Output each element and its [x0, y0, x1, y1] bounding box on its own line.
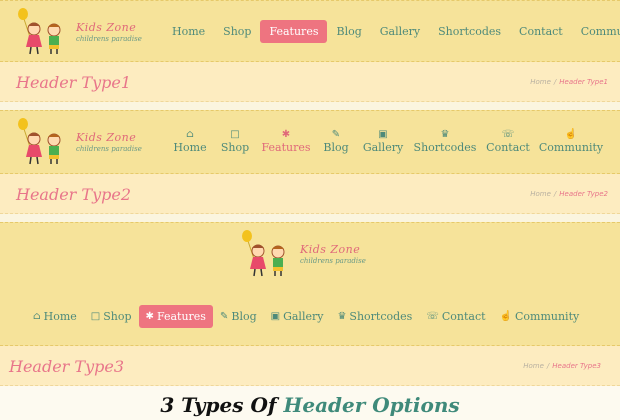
breadcrumb: Home / Header Type1	[530, 78, 608, 86]
nav-shortcodes[interactable]: ♛ Shortcodes	[330, 305, 419, 328]
cart-icon: □	[90, 311, 101, 322]
kids-logo-icon	[18, 118, 61, 165]
nav-shortcodes[interactable]: ♛ Shortcodes	[409, 129, 481, 154]
nav-shop[interactable]: □ Shop	[213, 129, 257, 154]
image-icon: ▣	[270, 311, 281, 322]
pencil-icon: ✎	[331, 129, 341, 140]
cart-icon: □	[230, 129, 240, 140]
nav-features[interactable]: Features	[260, 20, 328, 43]
nav-community[interactable]: Community	[572, 20, 620, 43]
breadcrumb-current: Header Type3	[552, 362, 601, 370]
breadcrumb-home-link[interactable]: Home	[530, 190, 551, 198]
logo-name: Kids Zone	[300, 242, 361, 256]
main-nav: ⌂ Home □ Shop ✱ Features ✎ Blog ▣ Gallery ♛ Sh…	[167, 129, 607, 154]
nav-contact[interactable]: ☏ Contact	[481, 129, 535, 154]
breadcrumb-current: Header Type2	[559, 190, 608, 198]
logo-name: Kids Zone	[76, 130, 137, 144]
divider	[0, 102, 620, 110]
nav-contact[interactable]: Contact	[510, 20, 572, 43]
thumbs-up-icon: ☝	[499, 311, 512, 322]
nav-gallery[interactable]: ▣ Gallery	[264, 305, 331, 328]
page-title: Header Type3	[9, 357, 125, 376]
nav-blog[interactable]: ✎ Blog	[213, 305, 264, 328]
promo-caption: 3 Types Of Header Options	[0, 393, 620, 417]
caption-highlight: Header Options	[283, 393, 460, 417]
header-type2-navbar: Kids Zone childrens paradise ⌂ Home □ Shop…	[0, 110, 620, 174]
header-type2-title-bar: Header Type2 Home / Header Type2	[0, 174, 620, 214]
nav-shop[interactable]: Shop	[214, 20, 260, 43]
gift-icon: ✱	[281, 129, 291, 140]
nav-home[interactable]: ⌂ Home	[26, 305, 84, 328]
pencil-icon: ✎	[219, 311, 229, 322]
nav-community[interactable]: ☝ Community	[535, 129, 607, 154]
nav-contact[interactable]: ☏ Contact	[419, 305, 492, 328]
nav-blog[interactable]: ✎ Blog	[315, 129, 357, 154]
site-logo[interactable]: Kids Zone childrens paradise	[240, 229, 366, 279]
site-logo[interactable]: Kids Zone childrens paradise	[16, 117, 142, 167]
thumbs-up-icon: ☝	[564, 129, 578, 140]
nav-gallery[interactable]: ▣ Gallery	[357, 129, 409, 154]
page-title: Header Type2	[16, 185, 132, 204]
nav-gallery[interactable]: Gallery	[371, 20, 429, 43]
nav-blog[interactable]: Blog	[327, 20, 370, 43]
header-type1-navbar: Kids Zone childrens paradise Home Shop F…	[0, 0, 620, 62]
logo-tagline: childrens paradise	[76, 34, 142, 43]
main-nav: ⌂ Home □ Shop ✱ Features ✎ Blog ▣ Gallery ♛ Sh…	[26, 305, 586, 328]
breadcrumb: Home / Header Type3	[523, 362, 601, 370]
nav-features[interactable]: ✱ Features	[257, 129, 315, 154]
header-type3-navbar: Kids Zone childrens paradise ⌂ Home □ Shop…	[0, 222, 620, 346]
breadcrumb: Home / Header Type2	[530, 190, 608, 198]
trophy-icon: ♛	[337, 311, 347, 322]
image-icon: ▣	[378, 129, 388, 140]
nav-community[interactable]: ☝ Community	[493, 305, 587, 328]
trophy-icon: ♛	[440, 129, 450, 140]
nav-shortcodes[interactable]: Shortcodes	[429, 20, 510, 43]
main-nav: Home Shop Features Blog Gallery Shortcod…	[163, 20, 620, 43]
logo-tagline: childrens paradise	[300, 256, 366, 265]
site-logo[interactable]: Kids Zone childrens paradise	[16, 7, 142, 57]
nav-home[interactable]: Home	[163, 20, 214, 43]
caption-text: 3 Types Of	[160, 393, 284, 417]
page-title: Header Type1	[16, 73, 132, 92]
nav-home[interactable]: ⌂ Home	[167, 129, 213, 154]
nav-features[interactable]: ✱ Features	[138, 305, 213, 328]
header-type3-title-bar: Header Type3 Home / Header Type3	[0, 346, 620, 386]
logo-tagline: childrens paradise	[76, 144, 142, 153]
phone-icon: ☏	[426, 311, 439, 322]
header-type1-title-bar: Header Type1 Home / Header Type1	[0, 62, 620, 102]
phone-icon: ☏	[501, 129, 515, 140]
gift-icon: ✱	[145, 311, 154, 322]
nav-shop[interactable]: □ Shop	[84, 305, 139, 328]
kids-logo-icon	[242, 230, 285, 277]
breadcrumb-home-link[interactable]: Home	[530, 78, 551, 86]
home-icon: ⌂	[186, 129, 194, 140]
kids-logo-icon	[18, 8, 61, 55]
divider	[0, 214, 620, 222]
breadcrumb-home-link[interactable]: Home	[523, 362, 544, 370]
home-icon: ⌂	[33, 311, 41, 322]
logo-name: Kids Zone	[76, 20, 137, 34]
breadcrumb-current: Header Type1	[559, 78, 608, 86]
